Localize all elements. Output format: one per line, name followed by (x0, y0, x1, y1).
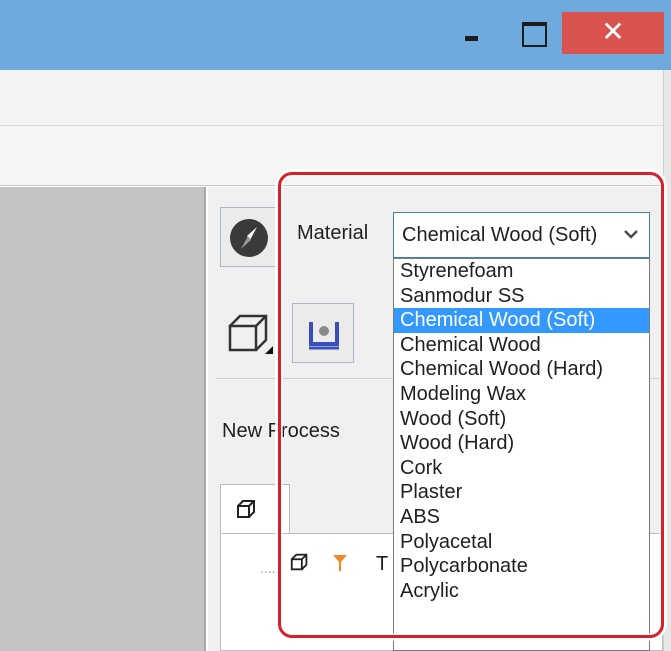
maximize-button[interactable] (510, 12, 556, 54)
menu-bar (0, 70, 671, 126)
tree-connector: ..... (260, 560, 280, 576)
stock-box-button[interactable] (220, 303, 280, 363)
box-icon (237, 500, 255, 518)
title-bar: ✕ (0, 0, 671, 70)
3d-viewport[interactable] (0, 187, 206, 651)
highlight-box (278, 172, 664, 638)
box-icon (228, 314, 273, 354)
compass-button[interactable] (220, 207, 278, 267)
compass-icon (230, 219, 268, 257)
window-right-edge (663, 70, 671, 651)
close-button[interactable]: ✕ (562, 12, 664, 54)
close-icon: ✕ (601, 15, 625, 48)
minimize-button[interactable] (452, 12, 492, 54)
